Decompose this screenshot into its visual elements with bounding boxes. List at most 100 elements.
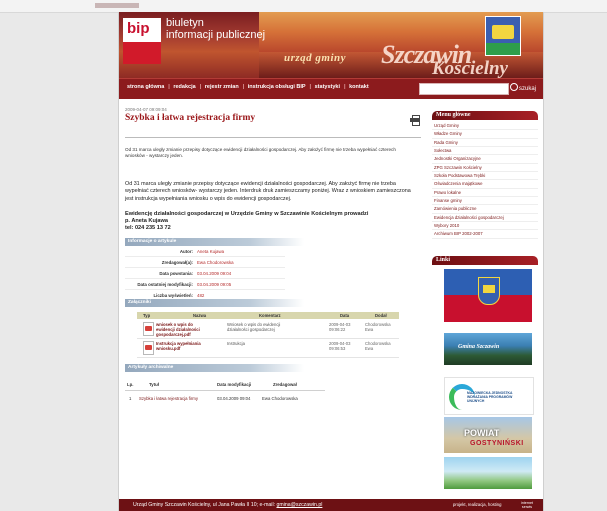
banner-gmina-flag[interactable]	[444, 269, 532, 322]
banner3-text: MAZOWIECKA JEDNOSTKA WDRAŻANIA PROGRAMÓW…	[467, 391, 513, 403]
nav-statystyki[interactable]: statystyki	[315, 84, 340, 90]
pdf-file-icon	[143, 341, 154, 355]
footer: Urząd Gminy Szczawin Kościelny, ul Jana …	[119, 499, 543, 511]
banner4-line1: POWIAT	[464, 428, 500, 438]
menu-item[interactable]: Finanse gminy	[432, 197, 538, 206]
bip-title-line1: biuletyn	[166, 17, 204, 29]
menu-item[interactable]: Jednostki Organizacyjne	[432, 155, 538, 164]
info-label: Data ostatniej modyfikacji:	[137, 282, 193, 287]
print-icon[interactable]	[410, 115, 420, 126]
menu-item[interactable]: Wybory 2010	[432, 222, 538, 231]
ewidencja-phone: tel: 024 235 13 72	[125, 224, 171, 231]
col-data: Data	[340, 313, 350, 318]
attachments-table-header: Typ Nazwa Komentarz Data Dodał	[137, 312, 399, 319]
main-menu-header: Menu główne	[432, 111, 538, 120]
nav-separator: |	[309, 84, 312, 90]
footer-company-logo[interactable]: internet serwis	[517, 501, 537, 509]
banner-gmina-landscape[interactable]: Gmina Szczawin	[444, 333, 532, 365]
search-button-label: szukaj	[519, 86, 537, 92]
info-row: Data powstania: 03.04.2009 09:04	[125, 269, 285, 279]
archive-editor: Ewa Chodorowska	[262, 396, 298, 401]
gmina-name-line2: Kościelny	[432, 58, 508, 78]
attachment-link[interactable]: wniosek o wpis do ewidencji działalności…	[156, 322, 212, 337]
menu-item[interactable]: Zamówienia publiczne	[432, 205, 538, 214]
info-row: Autor: Aneta Kujawa	[125, 247, 285, 257]
info-value: 03.04.2009 09:04	[197, 271, 232, 276]
archive-title-link[interactable]: Szybka i łatwa rejestracja firmy	[139, 396, 198, 401]
info-value: 03.04.2009 09:05	[197, 282, 232, 287]
footer-address-text: Urząd Gminy Szczawin Kościelny, ul Jana …	[133, 502, 277, 508]
col-tytul: Tytuł	[149, 382, 159, 387]
ewidencja-contact: Ewidencję działalności gospodarczej w Ur…	[125, 211, 415, 231]
info-row: Data ostatniej modyfikacji: 03.04.2009 09…	[125, 280, 285, 290]
menu-item[interactable]: ZPG Szczawin Kościelny	[432, 164, 538, 173]
bip-title-line2: informacji publicznej	[166, 29, 266, 41]
banner-powiat[interactable]: POWIAT GOSTYNIŃSKI	[444, 417, 532, 453]
bip-logo-text: bip	[127, 20, 150, 37]
attachment-date: 2009-04-03 09:06:22	[329, 322, 351, 332]
attachment-link[interactable]: Instrukcja wypełniania wniosku.pdf	[156, 341, 212, 351]
footer-credits: projekt, realizacja, hosting	[453, 502, 502, 507]
bip-title: biuletyn informacji publicznej	[166, 17, 265, 41]
nav-separator: |	[242, 84, 245, 90]
main-content: 2009-04-07 09:09:04 Szybka i łatwa rejes…	[125, 107, 421, 401]
top-nav: strona główna | redakcja | rejestr zmian | …	[119, 78, 543, 99]
ewidencja-line1: Ewidencję działalności gospodarczej w Ur…	[125, 211, 369, 217]
info-value: Aneta Kujawa	[197, 249, 225, 254]
menu-item[interactable]: Ewidencja działalności gospodarczej	[432, 214, 538, 223]
info-label: Data powstania:	[159, 271, 193, 276]
menu-item[interactable]: Prawo lokalne	[432, 189, 538, 198]
nav-kontakt[interactable]: kontakt	[349, 84, 369, 90]
attachments-section-header: Załączniki	[125, 299, 304, 307]
archive-date: 03.04.2009 09:04	[217, 396, 251, 401]
page-container: bip biuletyn informacji publicznej urząd…	[118, 12, 544, 511]
links-header: Linki	[432, 256, 538, 265]
menu-item[interactable]: Oświadczenia majątkowe	[432, 180, 538, 189]
nav-separator: |	[344, 84, 346, 90]
nav-home[interactable]: strona główna	[127, 84, 164, 90]
crest-icon	[478, 277, 500, 305]
gmina-crest-icon	[485, 16, 521, 56]
info-label: Zredagował(a):	[161, 260, 193, 265]
attachment-comment: Instrukcja	[227, 341, 245, 346]
site-favicon-strip	[95, 3, 139, 8]
info-value: 482	[197, 293, 205, 298]
menu-item[interactable]: Władze Gminy	[432, 130, 538, 139]
col-data-modyfikacji: Data modyfikacji	[217, 382, 252, 387]
col-zredagowal: Zredagował	[273, 382, 297, 387]
col-typ: Typ	[143, 313, 151, 318]
attachment-date: 2009-04-03 09:06:53	[329, 341, 351, 351]
attachment-author: Chodorowska Ewa	[365, 322, 391, 332]
attachment-row: wniosek o wpis do ewidencji działalności…	[137, 320, 399, 339]
header-banner: bip biuletyn informacji publicznej urząd…	[119, 12, 543, 78]
ewidencja-person: p. Aneta Kujawa	[125, 217, 168, 224]
menu-item[interactable]: Urząd Gminy	[432, 122, 538, 131]
archive-section-header: Artykuły archiwalne	[125, 364, 304, 372]
banner-mjwpu[interactable]: MAZOWIECKA JEDNOSTKA WDRAŻANIA PROGRAMÓW…	[444, 377, 534, 415]
nav-rejestr-zmian[interactable]: rejestr zmian	[205, 84, 239, 90]
bip-logo-red-block	[123, 42, 161, 64]
search-input[interactable]	[419, 83, 509, 95]
menu-item[interactable]: Rada Gminy	[432, 139, 538, 148]
bip-logo[interactable]: bip	[123, 18, 161, 42]
attachment-author: Chodorowska Ewa	[365, 341, 391, 351]
banner-landscape[interactable]	[444, 457, 532, 489]
info-row: Zredagował(a): Ewa Chodorowska	[125, 258, 285, 268]
col-lp: Lp.	[127, 382, 134, 387]
banner2-text: Gmina Szczawin	[458, 344, 500, 350]
main-menu: Urząd Gminy Władze Gminy Rada Gminy Sołe…	[432, 122, 538, 239]
search-button[interactable]: szukaj	[510, 83, 536, 92]
nav-separator: |	[199, 84, 202, 90]
footer-email-link[interactable]: gmina@szczawin.pl	[276, 502, 322, 508]
col-komentarz: Komentarz	[259, 313, 281, 318]
archive-lp: 1	[129, 396, 132, 401]
nav-redakcja[interactable]: redakcja	[173, 84, 195, 90]
footer-address: Urząd Gminy Szczawin Kościelny, ul Jana …	[133, 499, 322, 511]
menu-item[interactable]: Archiwum BIP 2002-2007	[432, 230, 538, 239]
pdf-file-icon	[143, 322, 154, 336]
menu-item[interactable]: Szkoła Podstawowa Trębki	[432, 172, 538, 181]
urzad-gminy-label: urząd gminy	[284, 52, 347, 64]
col-nazwa: Nazwa	[193, 313, 207, 318]
nav-instrukcja[interactable]: instrukcja obsługi BIP	[248, 84, 306, 90]
menu-item[interactable]: Sołectwa	[432, 147, 538, 156]
